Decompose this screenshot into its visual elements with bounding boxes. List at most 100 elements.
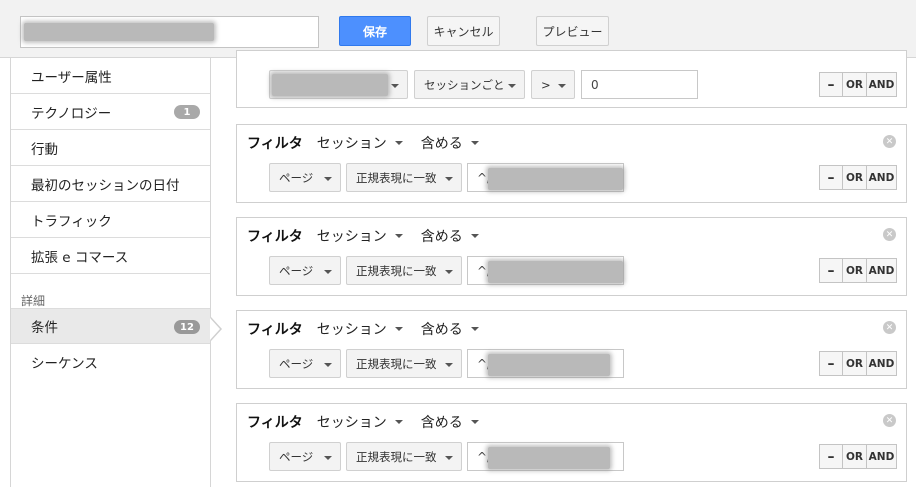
filter-mode-dropdown[interactable]: 含める	[421, 226, 479, 246]
chevron-down-icon	[445, 177, 453, 181]
segment-name-input[interactable]	[20, 16, 319, 48]
chevron-down-icon	[470, 234, 479, 238]
logic-buttons: – OR AND	[819, 351, 897, 376]
filter-panel: フィルタ セッション 含める ✕ ページ 正規表現に一致 ^/ – OR AND	[236, 310, 907, 389]
active-item-pointer	[210, 318, 220, 340]
advanced-section-label: 詳細	[21, 294, 46, 308]
match-type-dropdown[interactable]: 正規表現に一致	[346, 442, 462, 471]
chevron-down-icon	[324, 456, 332, 460]
filter-scope-dropdown[interactable]: セッション	[317, 319, 403, 339]
sidebar-item-label: 拡張 e コマース	[31, 249, 129, 266]
filter-value-input[interactable]: ^/	[467, 442, 624, 471]
chevron-down-icon	[470, 327, 479, 331]
redacted-filter-value	[488, 168, 623, 190]
chevron-down-icon	[391, 84, 399, 88]
sidebar-item-first-session-date[interactable]: 最初のセッションの日付	[11, 166, 210, 202]
condition-value-input[interactable]: 0	[581, 70, 698, 99]
operator-label: >	[541, 77, 551, 92]
preview-button[interactable]: プレビュー	[536, 16, 609, 46]
filter-value-input[interactable]: ^/	[467, 256, 624, 285]
filter-title: フィルタ	[247, 322, 303, 338]
filter-scope-dropdown[interactable]: セッション	[317, 226, 403, 246]
redacted-filter-value	[488, 354, 610, 376]
operator-dropdown[interactable]: >	[531, 70, 575, 99]
redacted-metric	[272, 74, 388, 96]
sidebar-item-label: 行動	[31, 141, 58, 158]
match-type-dropdown[interactable]: 正規表現に一致	[346, 349, 462, 378]
cancel-button[interactable]: キャンセル	[427, 16, 500, 46]
remove-condition-button[interactable]: –	[819, 72, 843, 97]
chevron-down-icon	[394, 420, 403, 424]
filter-header: フィルタ セッション 含める	[247, 133, 497, 153]
dimension-dropdown[interactable]: ページ	[269, 442, 341, 471]
or-button[interactable]: OR	[842, 72, 867, 97]
close-icon[interactable]: ✕	[883, 228, 896, 241]
filter-value-input[interactable]: ^/	[467, 349, 624, 378]
filter-scope-label: セッション	[316, 136, 387, 152]
close-icon[interactable]: ✕	[883, 321, 896, 334]
dimension-label: ページ	[279, 170, 314, 185]
filter-scope-dropdown[interactable]: セッション	[317, 412, 403, 432]
filter-scope-label: セッション	[316, 322, 387, 338]
logic-buttons: – OR AND	[819, 444, 897, 469]
filter-header: フィルタ セッション 含める	[247, 226, 497, 246]
chevron-down-icon	[470, 420, 479, 424]
and-button[interactable]: AND	[866, 351, 897, 376]
sidebar-item-sequences[interactable]: シーケンス	[11, 344, 210, 380]
and-button[interactable]: AND	[866, 258, 897, 283]
dimension-dropdown[interactable]: ページ	[269, 163, 341, 192]
match-type-dropdown[interactable]: 正規表現に一致	[346, 163, 462, 192]
filter-panel: フィルタ セッション 含める ✕ ページ 正規表現に一致 ^/ – OR AND	[236, 124, 907, 203]
remove-condition-button[interactable]: –	[819, 444, 843, 469]
chevron-down-icon	[394, 141, 403, 145]
dimension-dropdown[interactable]: ページ	[269, 349, 341, 378]
match-type-dropdown[interactable]: 正規表現に一致	[346, 256, 462, 285]
and-button[interactable]: AND	[866, 72, 897, 97]
filter-mode-dropdown[interactable]: 含める	[421, 319, 479, 339]
or-button[interactable]: OR	[842, 258, 867, 283]
remove-condition-button[interactable]: –	[819, 165, 843, 190]
condition-value: 0	[591, 77, 599, 92]
sidebar-item-conditions[interactable]: 条件 12	[11, 308, 210, 344]
chevron-down-icon	[508, 84, 516, 88]
close-icon[interactable]: ✕	[883, 135, 896, 148]
dimension-label: ページ	[279, 263, 314, 278]
remove-condition-button[interactable]: –	[819, 351, 843, 376]
or-button[interactable]: OR	[842, 351, 867, 376]
filter-mode-dropdown[interactable]: 含める	[421, 412, 479, 432]
scope-dropdown[interactable]: セッションごと	[414, 70, 525, 99]
redacted-filter-value	[488, 261, 623, 283]
metric-dropdown[interactable]	[269, 70, 408, 99]
filter-mode-dropdown[interactable]: 含める	[421, 133, 479, 153]
filter-scope-label: セッション	[316, 415, 387, 431]
filter-scope-dropdown[interactable]: セッション	[317, 133, 403, 153]
sidebar-item-demographics[interactable]: ユーザー属性	[11, 58, 210, 94]
logic-buttons: – OR AND	[819, 165, 897, 190]
filter-value-input[interactable]: ^/	[467, 163, 624, 192]
sidebar-item-label: テクノロジー	[31, 105, 112, 122]
filter-title: フィルタ	[247, 229, 303, 245]
remove-condition-button[interactable]: –	[819, 258, 843, 283]
count-badge: 1	[174, 105, 200, 119]
dimension-dropdown[interactable]: ページ	[269, 256, 341, 285]
save-button[interactable]: 保存	[339, 16, 411, 46]
sidebar-item-behavior[interactable]: 行動	[11, 130, 210, 166]
sidebar-item-label: ユーザー属性	[31, 69, 112, 86]
close-icon[interactable]: ✕	[883, 414, 896, 427]
and-button[interactable]: AND	[866, 444, 897, 469]
chevron-down-icon	[445, 363, 453, 367]
or-button[interactable]: OR	[842, 444, 867, 469]
filter-panel: フィルタ セッション 含める ✕ ページ 正規表現に一致 ^/ – OR AND	[236, 217, 907, 296]
sidebar-item-traffic[interactable]: トラフィック	[11, 202, 210, 238]
sidebar-item-enhanced-ecommerce[interactable]: 拡張 e コマース	[11, 238, 210, 274]
chevron-down-icon	[445, 270, 453, 274]
or-button[interactable]: OR	[842, 165, 867, 190]
chevron-down-icon	[324, 363, 332, 367]
and-button[interactable]: AND	[866, 165, 897, 190]
redacted-filter-value	[488, 447, 610, 469]
sidebar-item-technology[interactable]: テクノロジー 1	[11, 94, 210, 130]
match-type-label: 正規表現に一致	[356, 449, 437, 464]
match-type-label: 正規表現に一致	[356, 170, 437, 185]
dimension-label: ページ	[279, 356, 314, 371]
sidebar-item-label: 条件	[31, 320, 58, 336]
